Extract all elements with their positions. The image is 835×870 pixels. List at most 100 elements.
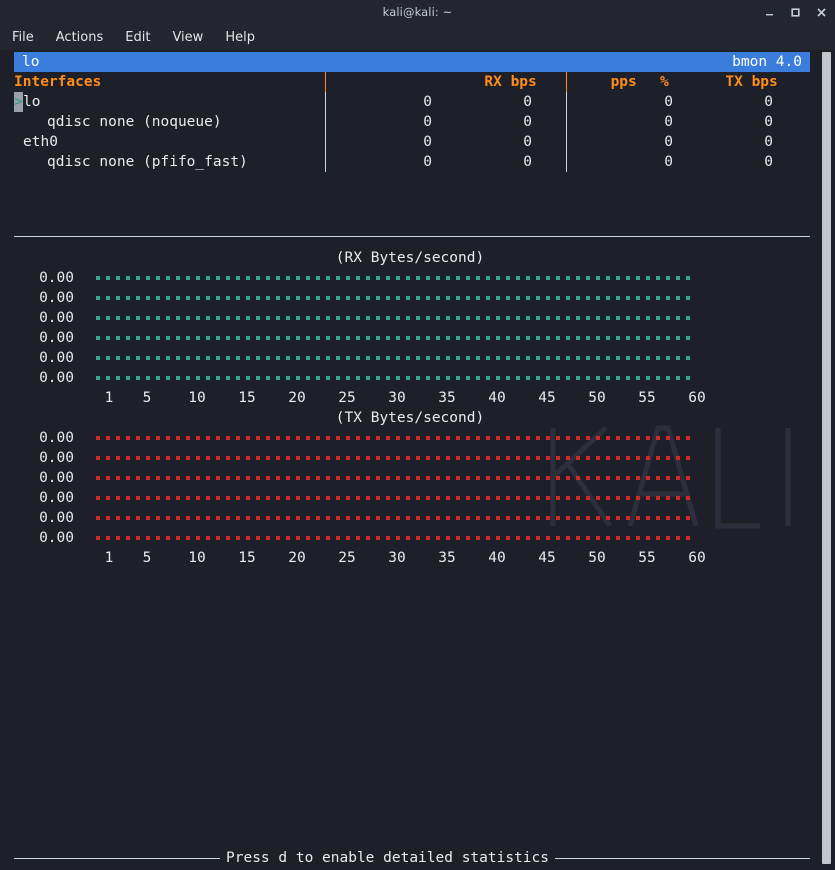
graph-dot <box>466 536 470 540</box>
graph-dot <box>536 496 540 500</box>
graph-dot <box>616 456 620 460</box>
table-row[interactable]: eth0 0 0 0 0 <box>14 132 810 152</box>
graph-dot <box>586 276 590 280</box>
maximize-icon[interactable] <box>789 6 802 19</box>
graph-dot <box>416 436 420 440</box>
graph-dot <box>156 276 160 280</box>
graph-dot <box>106 316 110 320</box>
graph-dot <box>566 296 570 300</box>
graph-dot <box>166 276 170 280</box>
table-row[interactable]: qdisc none (noqueue) 0 0 0 0 <box>14 112 810 132</box>
graph-dot <box>686 436 690 440</box>
graph-dot <box>116 316 120 320</box>
graph-dot <box>126 436 130 440</box>
close-icon[interactable] <box>815 6 828 19</box>
window-titlebar: kali@kali: ~ <box>0 0 835 24</box>
graph-dot <box>246 516 250 520</box>
graph-dot <box>416 536 420 540</box>
graph-dot <box>136 356 140 360</box>
graph-dot <box>96 296 100 300</box>
graph-dot <box>156 356 160 360</box>
graph-dot <box>186 316 190 320</box>
graph-dot <box>636 376 640 380</box>
graph-dot <box>596 356 600 360</box>
graph-dot <box>686 276 690 280</box>
graph-dot <box>116 276 120 280</box>
graph-dot <box>676 436 680 440</box>
graph-dot <box>426 456 430 460</box>
graph-dot <box>466 356 470 360</box>
graph-dot <box>636 296 640 300</box>
graph-x-tick: 60 <box>688 390 706 406</box>
graph-dot <box>556 456 560 460</box>
graph-dot <box>616 436 620 440</box>
terminal-scrollbar[interactable] <box>822 50 831 870</box>
graph-dot <box>476 376 480 380</box>
table-row[interactable]: >lo 0 0 0 0 <box>14 92 810 112</box>
menu-item-file[interactable]: File <box>12 30 34 45</box>
graph-dot <box>146 276 150 280</box>
menu-item-help[interactable]: Help <box>225 30 255 45</box>
graph-dot <box>626 516 630 520</box>
graph-dot <box>636 496 640 500</box>
graph-dot <box>526 356 530 360</box>
minimize-icon[interactable] <box>763 6 776 19</box>
graph-dot <box>196 536 200 540</box>
graph-x-tick: 10 <box>188 550 206 566</box>
graph-dot <box>476 436 480 440</box>
graph-dot <box>406 516 410 520</box>
graph-dot <box>356 276 360 280</box>
graph-dot <box>546 296 550 300</box>
graph-dot <box>346 516 350 520</box>
graph-dot <box>686 296 690 300</box>
graph-dot <box>206 296 210 300</box>
graph-dot <box>306 276 310 280</box>
graph-dot <box>546 356 550 360</box>
graph-dot <box>376 296 380 300</box>
graph-dot <box>646 336 650 340</box>
graph-dot <box>616 476 620 480</box>
scrollbar-thumb[interactable] <box>822 52 831 864</box>
graph-dot <box>256 296 260 300</box>
graph-dot <box>106 296 110 300</box>
graph-dot <box>436 276 440 280</box>
graph-dot <box>266 476 270 480</box>
graph-dot <box>526 316 530 320</box>
table-row[interactable]: qdisc none (pfifo_fast) 0 0 0 0 <box>14 152 810 172</box>
graph-dot <box>496 296 500 300</box>
menu-item-actions[interactable]: Actions <box>56 30 104 45</box>
graph-dot <box>256 476 260 480</box>
graph-dot <box>166 356 170 360</box>
graph-dot <box>316 536 320 540</box>
graph-y-label: 0.00 <box>39 450 74 466</box>
terminal-screen[interactable]: lo bmon 4.0 Interfaces RX bps pps% TX bps… <box>0 50 835 870</box>
graph-dot <box>236 356 240 360</box>
graph-dot <box>316 276 320 280</box>
graph-dot <box>266 336 270 340</box>
graph-dot <box>286 536 290 540</box>
graph-dot <box>266 356 270 360</box>
graph-dot <box>316 516 320 520</box>
graph-dot <box>426 276 430 280</box>
graph-dot <box>506 476 510 480</box>
graph-dot <box>386 276 390 280</box>
graph-dot <box>136 296 140 300</box>
graph-dot <box>126 496 130 500</box>
graph-dot <box>436 516 440 520</box>
graph-dot <box>106 476 110 480</box>
graph-dot <box>376 436 380 440</box>
menu-item-edit[interactable]: Edit <box>125 30 150 45</box>
graph-dot <box>676 356 680 360</box>
graph-dot <box>476 536 480 540</box>
graph-dot <box>246 456 250 460</box>
graph-dot <box>306 436 310 440</box>
graph-dot <box>686 316 690 320</box>
graph-dot <box>666 456 670 460</box>
graph-dot <box>456 496 460 500</box>
menu-item-view[interactable]: View <box>172 30 203 45</box>
graph-dot <box>516 516 520 520</box>
graph-dot <box>526 276 530 280</box>
graph-dot <box>96 496 100 500</box>
graph-dot <box>276 356 280 360</box>
graph-dot <box>566 336 570 340</box>
